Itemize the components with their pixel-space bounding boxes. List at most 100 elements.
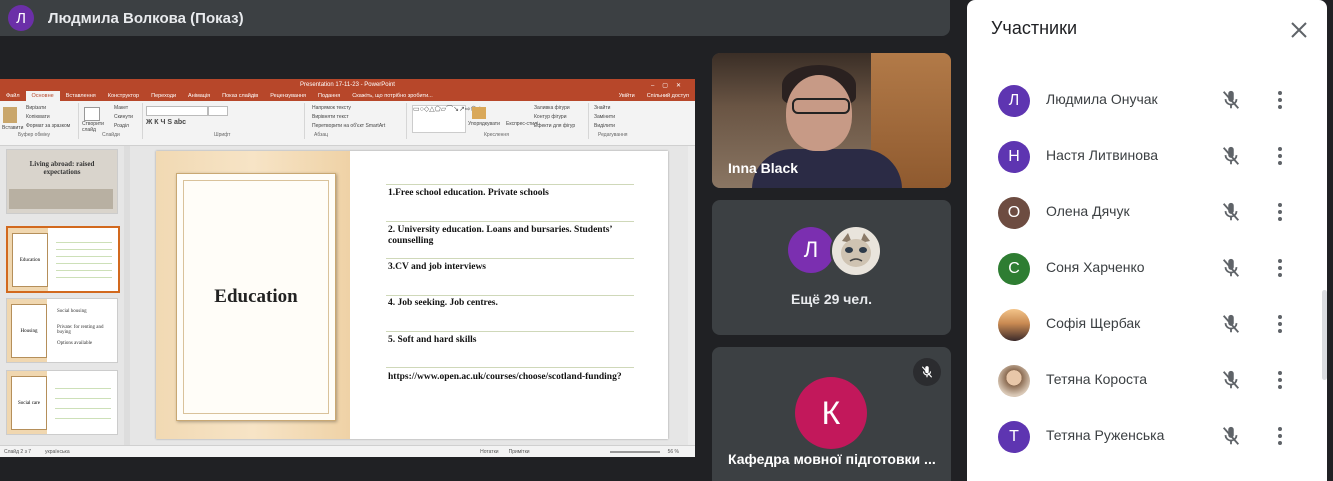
notes-button[interactable]: Нотатки — [480, 449, 498, 455]
section-button[interactable]: Розділ — [114, 123, 129, 129]
thumbnail-scrollbar[interactable] — [124, 146, 130, 446]
text-direction-button[interactable]: Напрямок тексту — [312, 105, 351, 111]
paste-button[interactable]: Вставити — [2, 125, 23, 131]
cut-button[interactable]: Вирізати — [26, 105, 46, 111]
tab-animations[interactable]: Анімація — [182, 91, 216, 101]
copy-button[interactable]: Копіювати — [26, 114, 50, 120]
avatar: Т — [998, 421, 1030, 453]
slide-item-1: 1.Free school education. Private schools — [388, 188, 549, 198]
reset-button[interactable]: Скинути — [114, 114, 133, 120]
current-slide[interactable]: Education 1.Free school education. Priva… — [156, 151, 668, 439]
paragraph-group: Напрямок тексту Вирівняти текст Перетвор… — [306, 103, 407, 139]
share-button[interactable]: Спільний доступ — [641, 91, 695, 101]
slide-item-2: 2. University education. Loans and bursa… — [388, 225, 612, 246]
slide-scrollbar[interactable] — [688, 146, 695, 446]
paragraph-label: Абзац — [314, 132, 329, 138]
layout-button[interactable]: Макет — [114, 105, 128, 111]
font-name-box[interactable] — [146, 106, 208, 116]
avatar: Л — [998, 85, 1030, 117]
tab-slideshow[interactable]: Показ слайдів — [216, 91, 264, 101]
sign-in-link[interactable]: Увійти — [613, 91, 641, 101]
tab-review[interactable]: Рецензування — [264, 91, 312, 101]
list-item[interactable]: Л Людмила Онучак — [967, 73, 1307, 129]
slide-title: Education — [214, 286, 298, 307]
select-button[interactable]: Виділити — [594, 123, 615, 129]
smartart-button[interactable]: Перетворити на об'єкт SmartArt — [312, 123, 385, 129]
tab-view[interactable]: Подання — [312, 91, 346, 101]
comments-button[interactable]: Примітки — [509, 449, 530, 455]
participant-name: Кафедра мовної підготовки ... — [728, 451, 936, 467]
zoom-level[interactable]: 56 % — [668, 449, 679, 455]
list-item[interactable]: О Олена Дячук — [967, 185, 1307, 241]
thumbnail-slide-1[interactable]: Living abroad: raised expectations — [6, 149, 118, 214]
video-tile-inna[interactable]: Inna Black — [712, 53, 951, 188]
more-options-icon[interactable] — [1270, 425, 1290, 447]
tell-me-search[interactable]: Скажіть, що потрібно зробити... — [346, 91, 438, 101]
thumbnail-slide-2[interactable]: Education — [6, 226, 120, 293]
new-slide-icon[interactable] — [84, 107, 100, 121]
avatar: О — [998, 197, 1030, 229]
editor-area: Living abroad: raised expectations Educa… — [0, 146, 695, 446]
tab-insert[interactable]: Вставлення — [60, 91, 102, 101]
window-controls[interactable]: –▢✕ — [651, 82, 689, 89]
list-item[interactable]: Софія Щербак — [967, 297, 1307, 353]
shape-outline-button[interactable]: Контур фігури — [534, 114, 566, 120]
list-item[interactable]: Тетяна Короста — [967, 353, 1307, 409]
avatar — [998, 309, 1030, 341]
participant-list: Л Людмила Онучак Н Настя Литвинова О Оле… — [967, 60, 1307, 481]
more-options-icon[interactable] — [1270, 313, 1290, 335]
find-button[interactable]: Знайти — [594, 105, 610, 111]
arrange-button[interactable]: Упорядкувати — [468, 121, 500, 127]
tab-transitions[interactable]: Переходи — [145, 91, 182, 101]
mic-off-icon — [1220, 425, 1242, 447]
tab-home[interactable]: Основне — [25, 91, 60, 101]
zoom-slider[interactable] — [609, 450, 660, 453]
more-options-icon[interactable] — [1270, 89, 1290, 111]
thumbnail-1-image — [9, 189, 113, 209]
more-options-icon[interactable] — [1270, 145, 1290, 167]
shape-fill-button[interactable]: Заливка фігури — [534, 105, 570, 111]
more-options-icon[interactable] — [1270, 201, 1290, 223]
more-participants-tile[interactable]: Л Ещё 29 чел. — [712, 200, 951, 335]
align-text-button[interactable]: Вирівняти текст — [312, 114, 349, 120]
tab-file[interactable]: Файл — [0, 91, 26, 101]
list-item[interactable]: Н Настя Литвинова — [967, 129, 1307, 185]
presenter-bar: Л Людмила Волкова (Показ) — [0, 0, 950, 36]
editing-label: Редагування — [598, 132, 628, 138]
slide-item-4: 4. Job seeking. Job centres. — [388, 298, 498, 308]
bold-button[interactable]: Ж К Ч S abc — [146, 119, 186, 126]
more-participants-label: Ещё 29 чел. — [791, 291, 872, 307]
thumbnail-slide-3[interactable]: Housing Social housing Private: for rent… — [6, 298, 118, 363]
participant-avatar: К — [795, 377, 867, 449]
arrange-icon[interactable] — [472, 107, 486, 119]
thumbnail-slide-4[interactable]: Social care — [6, 370, 118, 435]
language-indicator: українська — [45, 448, 70, 455]
more-options-icon[interactable] — [1270, 257, 1290, 279]
thumbnail-2-title: Education — [12, 233, 48, 287]
shapes-gallery[interactable]: ▭○◇△⬠▱⌒↘↗⇨⬡☆ — [412, 105, 483, 133]
format-painter-button[interactable]: Формат за зразком — [26, 123, 70, 129]
list-item[interactable]: С Соня Харченко — [967, 241, 1307, 297]
panel-title: Участники — [991, 18, 1077, 38]
participant-name: Соня Харченко — [1046, 259, 1145, 275]
clipboard-group: Вставити Вирізати Копіювати Формат за зр… — [0, 103, 79, 139]
more-options-icon[interactable] — [1270, 369, 1290, 391]
close-icon[interactable] — [1287, 18, 1311, 42]
slides-label: Слайди — [102, 132, 120, 138]
font-size-box[interactable] — [208, 106, 228, 116]
paste-icon[interactable] — [3, 107, 17, 123]
panel-scrollbar[interactable] — [1322, 290, 1327, 380]
replace-button[interactable]: Замінити — [594, 114, 615, 120]
drawing-group: ▭○◇△⬠▱⌒↘↗⇨⬡☆ Упорядкувати Експрес-стилі … — [408, 103, 589, 139]
shape-effects-button[interactable]: Ефекти для фігур — [534, 123, 575, 129]
tab-design[interactable]: Конструктор — [102, 91, 145, 101]
font-group: Ж К Ч S abc Шрифт — [144, 103, 305, 139]
list-item[interactable]: Т Тетяна Руженська — [967, 409, 1307, 465]
mic-off-icon — [1220, 257, 1242, 279]
thumbnail-3-line-1: Social housing — [57, 309, 87, 314]
thumbnail-3-line-3: Options available — [57, 341, 93, 346]
participant-avatar: Л — [788, 227, 834, 273]
video-tile-department[interactable]: К Кафедра мовної підготовки ... — [712, 347, 951, 481]
thumbnail-4-lines — [55, 379, 111, 425]
mic-off-icon — [1220, 369, 1242, 391]
